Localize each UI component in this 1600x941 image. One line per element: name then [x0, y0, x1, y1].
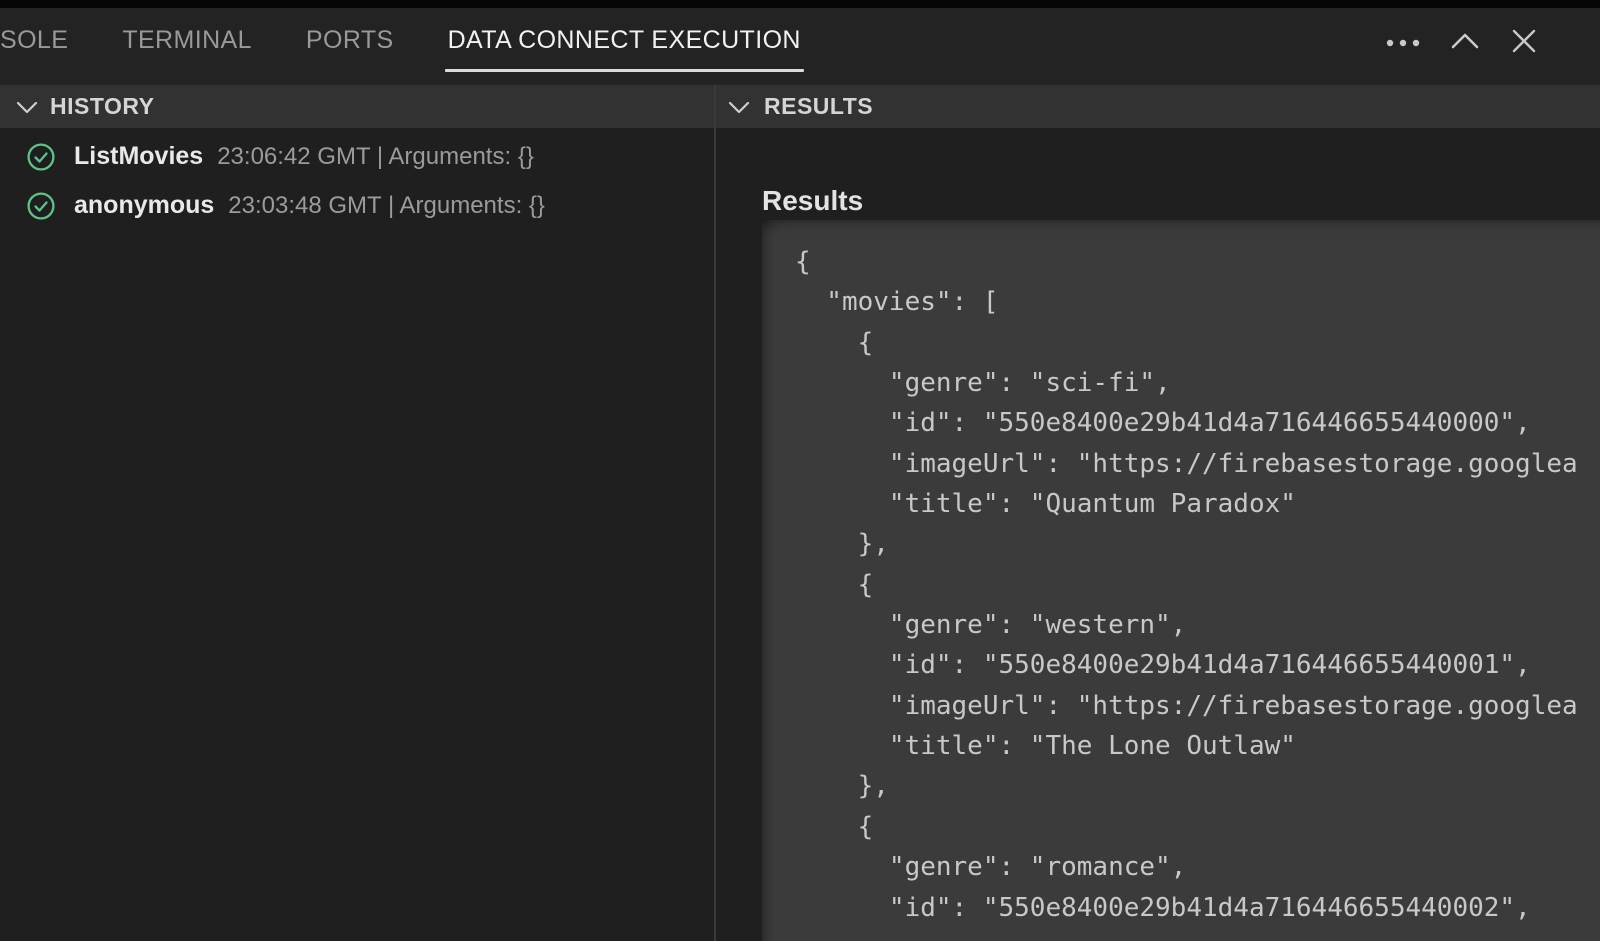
code-line: {	[795, 242, 1600, 282]
close-icon	[1510, 27, 1538, 60]
code-line: "id": "550e8400e29b41d4a716446655440002"…	[795, 888, 1600, 928]
tab-console[interactable]: SOLE	[0, 8, 68, 85]
chevron-down-icon	[728, 100, 750, 114]
tab-ports[interactable]: PORTS	[306, 8, 394, 85]
code-line: "id": "550e8400e29b41d4a716446655440001"…	[795, 645, 1600, 685]
more-actions-button[interactable]	[1386, 35, 1420, 53]
code-line: "title": "The Lone Outlaw"	[795, 726, 1600, 766]
maximize-panel-button[interactable]	[1450, 32, 1480, 55]
operation-name: ListMovies	[74, 142, 203, 171]
code-line: "imageUrl": "https://firebasestorage.goo…	[795, 686, 1600, 726]
tab-label: TERMINAL	[122, 26, 252, 55]
results-section-title: RESULTS	[764, 93, 873, 120]
tab-label: SOLE	[0, 26, 68, 55]
code-line: {	[795, 565, 1600, 605]
tab-label: PORTS	[306, 26, 394, 55]
ellipsis-icon	[1386, 35, 1420, 53]
panel-content: HISTORY ListMovies 23:06:42 GMT | Argume…	[0, 85, 1600, 941]
code-line: {	[795, 807, 1600, 847]
history-item-listmovies[interactable]: ListMovies 23:06:42 GMT | Arguments: {}	[0, 132, 714, 181]
code-line: "genre": "western",	[795, 605, 1600, 645]
bottom-panel: SOLE TERMINAL PORTS DATA CONNECT EXECUTI…	[0, 0, 1600, 941]
code-line: "genre": "romance",	[795, 847, 1600, 887]
tab-terminal[interactable]: TERMINAL	[122, 8, 252, 85]
code-line: },	[795, 524, 1600, 564]
history-item-anonymous[interactable]: anonymous 23:03:48 GMT | Arguments: {}	[0, 181, 714, 230]
editor-edge	[0, 0, 1600, 8]
chevron-up-icon	[1450, 32, 1480, 55]
results-section-header[interactable]: RESULTS	[716, 85, 1600, 128]
code-line: "id": "550e8400e29b41d4a716446655440000"…	[795, 403, 1600, 443]
history-list: ListMovies 23:06:42 GMT | Arguments: {} …	[0, 128, 714, 230]
tab-data-connect-execution[interactable]: DATA CONNECT EXECUTION	[448, 8, 801, 85]
code-line: },	[795, 766, 1600, 806]
panel-tab-bar: SOLE TERMINAL PORTS DATA CONNECT EXECUTI…	[0, 8, 1600, 85]
results-title: Results	[762, 185, 1600, 217]
history-panel: HISTORY ListMovies 23:06:42 GMT | Argume…	[0, 85, 714, 941]
operation-meta: 23:03:48 GMT | Arguments: {}	[228, 192, 545, 220]
close-panel-button[interactable]	[1510, 27, 1538, 60]
code-line: {	[795, 323, 1600, 363]
history-section-header[interactable]: HISTORY	[0, 85, 714, 128]
operation-meta: 23:06:42 GMT | Arguments: {}	[217, 143, 534, 171]
code-line: "imageUrl": "https://firebasestorage.goo…	[795, 444, 1600, 484]
code-line: "movies": [	[795, 282, 1600, 322]
success-check-circle-icon	[27, 192, 55, 220]
history-section-title: HISTORY	[50, 93, 154, 120]
results-body: Results { "movies": [ { "genre": "sci-fi…	[716, 128, 1600, 941]
panel-actions	[1386, 8, 1538, 85]
tab-label: DATA CONNECT EXECUTION	[448, 26, 801, 55]
chevron-down-icon	[16, 100, 38, 114]
results-json-viewer[interactable]: { "movies": [ { "genre": "sci-fi", "id":…	[762, 220, 1600, 941]
code-line: "title": "Quantum Paradox"	[795, 484, 1600, 524]
code-line: "genre": "sci-fi",	[795, 363, 1600, 403]
results-panel: RESULTS Results { "movies": [ { "genre":…	[716, 85, 1600, 941]
operation-name: anonymous	[74, 191, 214, 220]
success-check-circle-icon	[27, 143, 55, 171]
